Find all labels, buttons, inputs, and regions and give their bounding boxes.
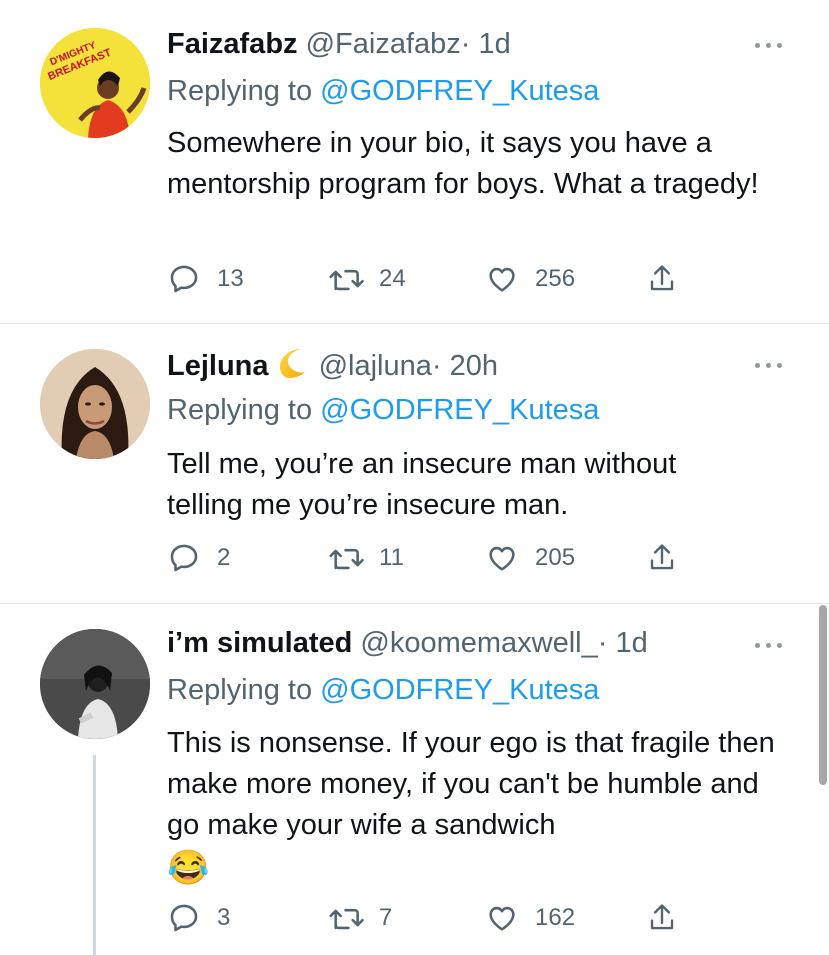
- more-options-icon[interactable]: [755, 40, 785, 50]
- timestamp[interactable]: · 1d: [461, 28, 511, 60]
- crescent-moon-icon: [275, 345, 307, 388]
- like-count: 205: [535, 544, 576, 571]
- like-count: 162: [535, 904, 576, 931]
- tweet-text-content: This is nonsense. If your ego is that fr…: [167, 727, 775, 841]
- retweet-count: 24: [379, 265, 406, 292]
- like-button[interactable]: 162: [485, 901, 575, 935]
- user-handle[interactable]: @lajluna: [319, 350, 432, 382]
- reply-button[interactable]: 13: [167, 262, 244, 296]
- tweet-actions: 2 11 205: [167, 541, 687, 575]
- avatar-image: [40, 629, 150, 739]
- reply-count: 13: [217, 265, 244, 292]
- display-name[interactable]: i’m simulated: [167, 627, 352, 659]
- display-name[interactable]: Faizafabz: [167, 28, 298, 60]
- thread-connector-line: [93, 755, 96, 955]
- face-with-tears-of-joy-icon: 😂: [167, 849, 210, 887]
- mention-link[interactable]: @GODFREY_Kutesa: [320, 75, 599, 107]
- replying-to-line: Replying to @GODFREY_Kutesa: [167, 672, 599, 708]
- user-handle[interactable]: @koomemaxwell_: [360, 627, 597, 659]
- reply-icon: [170, 265, 198, 293]
- replying-to-line: Replying to @GODFREY_Kutesa: [167, 73, 599, 109]
- share-icon: [650, 904, 674, 930]
- mention-link[interactable]: @GODFREY_Kutesa: [320, 394, 599, 426]
- share-button[interactable]: [647, 901, 677, 935]
- reply-icon: [170, 544, 198, 572]
- replying-to-label: Replying to: [167, 394, 313, 426]
- tweet-header: Lejluna @lajluna· 20h: [167, 345, 498, 388]
- avatar-image: D'MIGHTY BREAKFAST: [40, 28, 150, 138]
- reply-count: 2: [217, 544, 231, 571]
- reply-button[interactable]: 3: [167, 901, 230, 935]
- retweet-count: 7: [379, 904, 393, 931]
- like-button[interactable]: 205: [485, 541, 575, 575]
- replying-to-label: Replying to: [167, 75, 313, 107]
- tweet-actions: 3 7 162: [167, 901, 687, 935]
- retweet-icon: [329, 548, 364, 570]
- retweet-icon: [329, 269, 364, 291]
- timestamp[interactable]: · 1d: [598, 627, 648, 659]
- avatar[interactable]: D'MIGHTY BREAKFAST: [40, 28, 150, 138]
- retweet-count: 11: [379, 544, 404, 571]
- tweet-header: i’m simulated @koomemaxwell_· 1d: [167, 625, 648, 661]
- share-button[interactable]: [647, 262, 677, 296]
- reply-button[interactable]: 2: [167, 541, 230, 575]
- user-handle[interactable]: @Faizafabz: [306, 28, 461, 60]
- tweet-text: This is nonsense. If your ego is that fr…: [167, 723, 777, 891]
- share-button[interactable]: [647, 541, 677, 575]
- heart-icon: [489, 906, 515, 931]
- scrollbar[interactable]: [819, 605, 827, 785]
- replying-to-label: Replying to: [167, 674, 313, 706]
- retweet-button[interactable]: 11: [327, 541, 404, 575]
- reply-icon: [170, 904, 198, 932]
- tweet-text: Tell me, you’re an insecure man without …: [167, 448, 677, 521]
- avatar[interactable]: [40, 629, 150, 739]
- avatar[interactable]: [40, 349, 150, 459]
- tweet-2[interactable]: Lejluna @lajluna· 20h Replying to @GODFR…: [0, 324, 829, 603]
- replying-to-line: Replying to @GODFREY_Kutesa: [167, 392, 599, 428]
- tweet-3[interactable]: i’m simulated @koomemaxwell_· 1d Replyin…: [0, 604, 829, 955]
- more-options-icon[interactable]: [755, 640, 785, 650]
- more-options-icon[interactable]: [755, 360, 785, 370]
- retweet-button[interactable]: 7: [327, 901, 392, 935]
- reply-count: 3: [217, 904, 231, 931]
- share-icon: [650, 265, 674, 291]
- display-name[interactable]: Lejluna: [167, 350, 269, 382]
- avatar-image: [40, 349, 150, 459]
- tweet-actions: 13 24 256: [167, 262, 687, 296]
- like-count: 256: [535, 265, 576, 292]
- tweet-header: Faizafabz @Faizafabz· 1d: [167, 26, 511, 62]
- heart-icon: [489, 267, 515, 292]
- retweet-button[interactable]: 24: [327, 262, 406, 296]
- mention-link[interactable]: @GODFREY_Kutesa: [320, 674, 599, 706]
- heart-icon: [489, 546, 515, 571]
- timestamp[interactable]: · 20h: [432, 350, 498, 382]
- tweet-text: Somewhere in your bio, it says you have …: [167, 127, 759, 200]
- retweet-icon: [329, 908, 364, 930]
- share-icon: [650, 544, 674, 570]
- tweet-1[interactable]: D'MIGHTY BREAKFAST Faizafabz @Faizafabz·…: [0, 0, 829, 323]
- like-button[interactable]: 256: [485, 262, 575, 296]
